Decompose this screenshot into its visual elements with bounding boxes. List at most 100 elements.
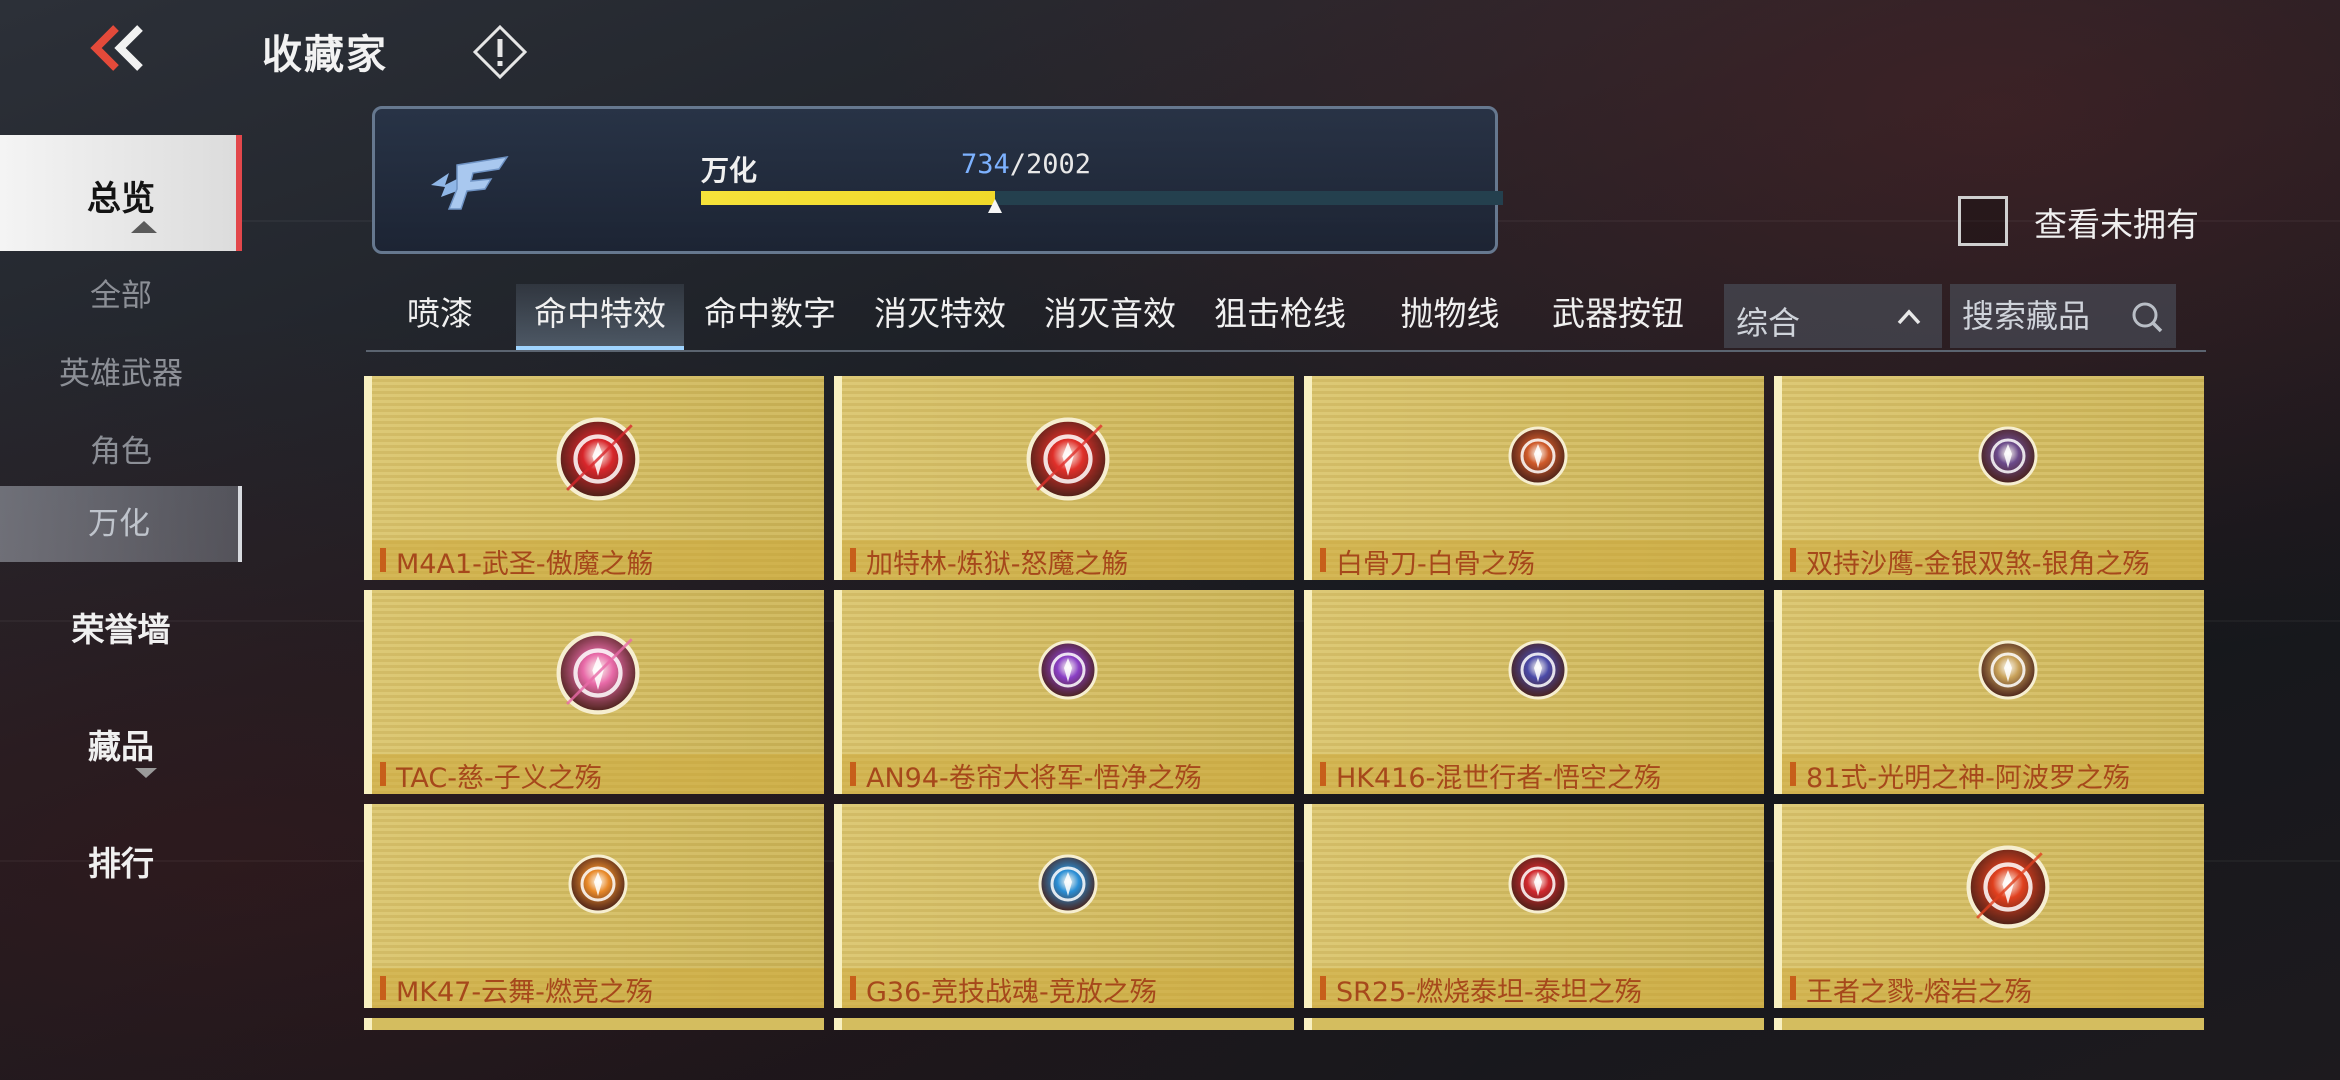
sidebar-item-ranking[interactable]: 排行	[0, 837, 242, 885]
tab-parabola[interactable]: 抛物线	[1366, 284, 1534, 350]
card-label: AN94-卷帘大将军-悟净之殇	[866, 763, 1202, 794]
search-input[interactable]	[1962, 294, 2122, 338]
card-label: HK416-混世行者-悟空之殇	[1336, 763, 1662, 794]
card-label-bar: M4A1-武圣-傲魔之觞	[372, 540, 824, 580]
yin-yang-emblem-icon	[556, 631, 640, 715]
card-label-bar: SR25-燃烧泰坦-泰坦之殇	[1312, 968, 1764, 1008]
card-emblem	[1506, 852, 1570, 920]
tab-weapon-button[interactable]: 武器按钮	[1536, 284, 1696, 350]
chevron-up-icon	[1897, 309, 1921, 325]
collectible-card[interactable]: HK416-混世行者-悟空之殇	[1304, 590, 1764, 794]
mask-emblem-icon	[1508, 640, 1568, 700]
tab-hit-effect[interactable]: 命中特效	[516, 284, 684, 350]
card-emblem	[1506, 638, 1570, 706]
progress-label: 万化	[701, 154, 758, 187]
collectible-card[interactable]: M4A1-武圣-傲魔之觞	[364, 376, 824, 580]
collectible-card-partial[interactable]	[834, 1018, 1294, 1030]
card-label: 王者之戮-熔岩之殇	[1806, 977, 2032, 1008]
sidebar-item-honor-wall[interactable]: 荣誉墙	[0, 603, 242, 651]
card-label-marker	[1320, 548, 1326, 572]
card-label-marker	[1790, 548, 1796, 572]
search-box[interactable]	[1950, 284, 2176, 348]
sidebar-item-overview-label: 总览	[87, 179, 155, 219]
card-label-marker	[850, 548, 856, 572]
card-label: G36-竞技战魂-竞放之殇	[866, 977, 1157, 1008]
red-wing-emblem-icon	[1508, 854, 1568, 914]
card-emblem	[1023, 414, 1113, 508]
card-label: 双持沙鹰-金银双煞-银角之殇	[1806, 549, 2150, 580]
cf-logo-icon	[431, 155, 509, 210]
progress-total: /2002	[1009, 149, 1092, 180]
silver-seal-emblem-icon	[1978, 426, 2038, 486]
tabs-divider	[366, 350, 2206, 352]
card-label-marker	[380, 548, 386, 572]
card-label-marker	[1790, 762, 1796, 786]
sidebar-subitem-characters[interactable]: 角色	[0, 426, 242, 471]
card-label-bar: G36-竞技战魂-竞放之殇	[842, 968, 1294, 1008]
collectible-card[interactable]: 加特林-炼狱-怒魔之觞	[834, 376, 1294, 580]
sidebar-subitem-wanhua[interactable]: 万化	[0, 486, 242, 562]
show-unowned-checkbox[interactable]	[1958, 196, 2008, 246]
card-emblem	[1506, 424, 1570, 492]
sidebar-item-collectibles[interactable]: 藏品	[0, 720, 242, 768]
collectible-card[interactable]: 王者之戮-熔岩之殇	[1774, 804, 2204, 1008]
red-fire-emblem-icon	[1026, 417, 1110, 501]
card-label-bar: 81式-光明之神-阿波罗之殇	[1782, 754, 2204, 794]
collectible-card-partial[interactable]	[364, 1018, 824, 1030]
progress-marker-icon	[988, 199, 1003, 213]
double-chevron-left-icon	[90, 25, 143, 71]
card-label-bar: AN94-卷帘大将军-悟净之殇	[842, 754, 1294, 794]
collectible-card[interactable]: SR25-燃烧泰坦-泰坦之殇	[1304, 804, 1764, 1008]
card-label: SR25-燃烧泰坦-泰坦之殇	[1336, 977, 1642, 1008]
collectible-card[interactable]: 81式-光明之神-阿波罗之殇	[1774, 590, 2204, 794]
tab-kill-effect[interactable]: 消灭特效	[856, 284, 1024, 350]
tab-kill-sound[interactable]: 消灭音效	[1026, 284, 1194, 350]
bone-claw-emblem-icon	[1508, 426, 1568, 486]
collectible-card-partial[interactable]	[1774, 1018, 2204, 1030]
collectible-card[interactable]: 白骨刀-白骨之殇	[1304, 376, 1764, 580]
sort-dropdown-value: 综合	[1736, 304, 1801, 342]
sidebar-item-overview[interactable]: 总览	[0, 135, 242, 251]
collectible-card[interactable]: 双持沙鹰-金银双煞-银角之殇	[1774, 376, 2204, 580]
show-unowned-label[interactable]: 查看未拥有	[2034, 198, 2199, 246]
card-label-bar: 双持沙鹰-金银双煞-银角之殇	[1782, 540, 2204, 580]
expand-arrow-icon	[135, 768, 157, 778]
sort-dropdown[interactable]: 综合	[1724, 284, 1942, 348]
collectible-card[interactable]: MK47-云舞-燃竞之殇	[364, 804, 824, 1008]
card-label: M4A1-武圣-傲魔之觞	[396, 549, 654, 580]
card-label-bar: 白骨刀-白骨之殇	[1312, 540, 1764, 580]
progress-bar-fill	[701, 191, 996, 205]
collectible-card[interactable]: AN94-卷帘大将军-悟净之殇	[834, 590, 1294, 794]
card-label: MK47-云舞-燃竞之殇	[396, 977, 653, 1008]
card-label-bar: HK416-混世行者-悟空之殇	[1312, 754, 1764, 794]
card-label-marker	[1790, 976, 1796, 1000]
card-label: 加特林-炼狱-怒魔之觞	[866, 549, 1129, 580]
exclamation-diamond-icon	[472, 24, 528, 80]
tab-sniper-line[interactable]: 狙击枪线	[1196, 284, 1364, 350]
card-label: TAC-慈-子义之殇	[396, 763, 602, 794]
tab-hit-number[interactable]: 命中数字	[686, 284, 854, 350]
card-label: 白骨刀-白骨之殇	[1336, 549, 1535, 580]
tab-spray[interactable]: 喷漆	[366, 284, 514, 350]
info-button[interactable]	[472, 24, 528, 80]
card-label-marker	[1320, 762, 1326, 786]
card-emblem	[1036, 638, 1100, 706]
card-emblem	[1976, 638, 2040, 706]
progress-count: 734/2002	[961, 149, 1091, 180]
red-flame-emblem-icon	[556, 417, 640, 501]
sidebar-subitem-hero-weapons[interactable]: 英雄武器	[0, 348, 242, 393]
card-emblem	[1963, 842, 2053, 936]
collectible-grid: M4A1-武圣-傲魔之觞 加特林-炼狱-怒魔之觞 白骨刀-白骨之殇 双持沙鹰-金银双煞…	[364, 376, 2204, 1030]
back-button[interactable]	[88, 22, 148, 74]
card-emblem	[553, 628, 643, 722]
card-label-marker	[850, 976, 856, 1000]
blue-visor-emblem-icon	[1038, 854, 1098, 914]
progress-current: 734	[961, 149, 1010, 180]
collectible-card[interactable]: TAC-慈-子义之殇	[364, 590, 824, 794]
page-title: 收藏家	[262, 32, 388, 78]
collectible-card-partial[interactable]	[1304, 1018, 1764, 1030]
sidebar-subitem-all[interactable]: 全部	[0, 270, 242, 315]
card-label-marker	[850, 762, 856, 786]
search-icon[interactable]	[2130, 300, 2164, 334]
collectible-card[interactable]: G36-竞技战魂-竞放之殇	[834, 804, 1294, 1008]
